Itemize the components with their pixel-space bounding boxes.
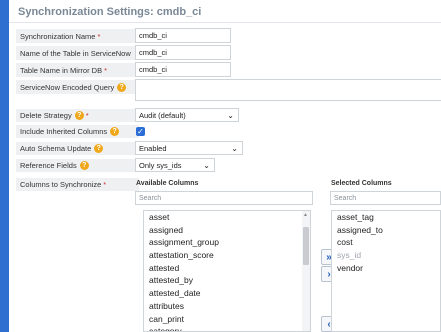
reference-fields-select[interactable]: Only sys_ids ⌄ (135, 158, 215, 172)
scroll-up-icon[interactable]: ▲ (303, 212, 308, 218)
delete-strategy-label: Delete Strategy ? * (16, 108, 139, 122)
inherited-columns-checkbox[interactable]: ✓ (136, 127, 145, 136)
encoded-query-label: ServiceNow Encoded Query ? (16, 79, 139, 94)
list-item[interactable]: attested_date (144, 287, 310, 300)
sync-settings-panel: Synchronization Settings: cmdb_ci Synchr… (9, 0, 441, 332)
auto-schema-label: Auto Schema Update ? (16, 141, 139, 155)
table-name-input[interactable]: cmdb_ci (135, 45, 231, 60)
help-icon[interactable]: ? (110, 127, 120, 136)
list-item[interactable]: asset (144, 211, 310, 224)
background-strip (0, 0, 9, 332)
help-icon[interactable]: ? (94, 144, 104, 153)
list-item[interactable]: vendor (332, 262, 440, 275)
list-item[interactable]: assignment_group (144, 236, 310, 249)
title-divider (9, 22, 441, 23)
available-items: asset assigned assignment_group attestation… (144, 211, 310, 331)
help-icon[interactable]: ? (74, 111, 84, 120)
chevron-down-icon: ⌄ (203, 161, 210, 170)
mirror-table-input[interactable]: cmdb_ci (135, 62, 231, 77)
selected-items: asset_tag assigned_to cost sys_id vendor (332, 211, 440, 274)
columns-sync-label: Columns to Synchronize * (16, 177, 139, 191)
list-item[interactable]: attestation_score (144, 249, 310, 262)
page-title: Synchronization Settings: cmdb_ci (18, 6, 202, 18)
mirror-table-label: Table Name in Mirror DB * (16, 62, 139, 77)
available-columns-search[interactable]: Search (135, 191, 313, 205)
selected-columns-search[interactable]: Search (330, 191, 441, 205)
list-item[interactable]: assigned_to (332, 224, 440, 237)
sync-name-input[interactable]: cmdb_ci (135, 28, 231, 43)
chevron-down-icon: ⌄ (231, 144, 238, 153)
list-item[interactable]: attested (144, 262, 310, 275)
available-columns-list[interactable]: asset assigned assignment_group attestation… (143, 210, 311, 332)
required-marker: * (104, 65, 108, 75)
help-icon[interactable]: ? (79, 161, 89, 170)
list-item[interactable]: asset_tag (332, 211, 440, 224)
available-columns-heading: Available Columns (136, 180, 199, 187)
list-item[interactable]: assigned (144, 224, 310, 237)
chevron-down-icon: ⌄ (227, 111, 234, 120)
selected-columns-list[interactable]: asset_tag assigned_to cost sys_id vendor (331, 210, 441, 332)
reference-fields-label: Reference Fields ? (16, 158, 139, 172)
selected-columns-heading: Selected Columns (331, 180, 392, 187)
list-item[interactable]: attested_by (144, 274, 310, 287)
required-marker: * (97, 31, 101, 41)
sync-name-label: Synchronization Name * (16, 28, 139, 43)
required-marker: * (103, 180, 107, 189)
inherited-columns-label: Include Inherited Columns ? (16, 124, 139, 138)
list-item[interactable]: cost (332, 236, 440, 249)
available-scrollbar[interactable]: ▲ (302, 211, 310, 331)
list-item[interactable]: category (144, 325, 310, 331)
table-name-label: Name of the Table in ServiceNow (16, 45, 139, 60)
list-item[interactable]: attributes (144, 300, 310, 313)
scroll-thumb[interactable] (303, 227, 309, 265)
auto-schema-select[interactable]: Enabled ⌄ (135, 141, 243, 155)
list-item[interactable]: sys_id (332, 249, 440, 262)
required-marker: * (85, 111, 89, 120)
list-item[interactable]: can_print (144, 313, 310, 326)
help-icon[interactable]: ? (117, 82, 127, 92)
delete-strategy-select[interactable]: Audit (default) ⌄ (135, 108, 239, 122)
encoded-query-input[interactable] (135, 79, 441, 101)
